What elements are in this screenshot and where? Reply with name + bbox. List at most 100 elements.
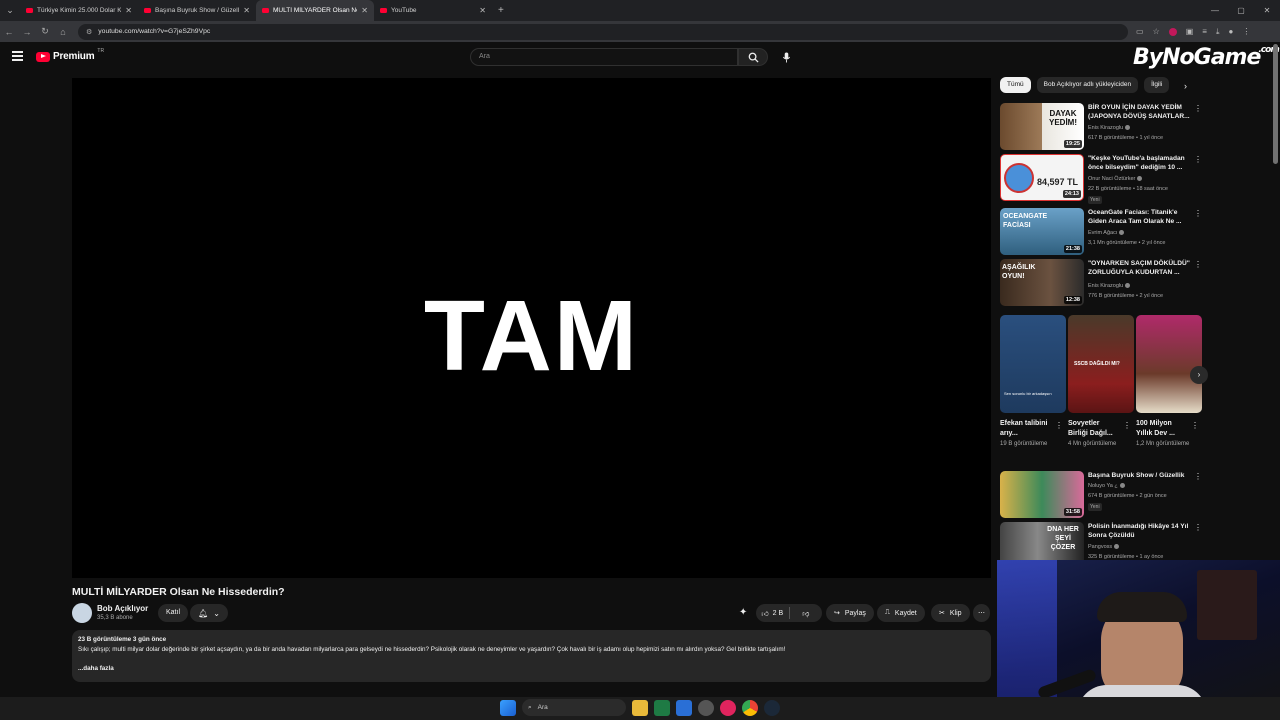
search-input[interactable]: Ara [470,48,738,66]
address-bar[interactable]: ⚙ youtube.com/watch?v=G7jeSZh9Vpc [78,23,1128,40]
mail-icon[interactable] [676,699,692,716]
cast-icon[interactable]: ▭ [1136,27,1144,36]
file-explorer-icon[interactable] [632,699,648,716]
browser-toolbar: ← → ↻ ⌂ ⚙ youtube.com/watch?v=G7jeSZh9Vp… [0,21,1280,42]
excel-icon[interactable] [654,699,670,716]
recommendation-item[interactable]: DAYAK YEDİM! 19:25 BİR OYUN İÇİN DAYAK Y… [1000,103,1205,151]
browser-tab[interactable]: Başına Buyruk Show / Güzellik ✕ [138,0,256,21]
more-vertical-icon[interactable]: ⋮ [1123,421,1131,430]
hamburger-menu-icon[interactable] [12,51,23,61]
video-thumbnail: 84,597 TL 24:13 [1000,154,1084,201]
more-vertical-icon[interactable]: ⋮ [1194,209,1202,218]
new-tab-button[interactable]: + [492,5,510,16]
media-player-icon[interactable] [720,699,736,716]
short-thumbnail: Sen sorunlu bir arkadaşsın [1000,315,1066,413]
save-label: Kaydet [894,609,917,617]
recommendation-meta: 22 B görüntüleme • 18 saat önce [1088,186,1168,192]
steam-icon[interactable] [764,699,780,716]
forward-icon[interactable]: → [18,27,36,37]
close-tab-icon[interactable]: ✕ [479,6,486,15]
thumbnail-caption: 84,597 TL [1037,177,1079,187]
save-button[interactable]: ⎍ Kaydet [877,604,925,622]
channel-avatar[interactable] [72,603,92,623]
more-vertical-icon[interactable]: ⋮ [1194,155,1202,164]
minimize-icon[interactable]: — [1202,0,1228,21]
more-vertical-icon[interactable]: ⋮ [1194,260,1202,269]
more-vertical-icon[interactable]: ⋮ [1194,472,1202,481]
voice-search-button[interactable] [776,48,796,66]
video-player[interactable]: TAM [72,78,991,578]
dislike-button[interactable]: 👎︎ [790,604,823,622]
recommendation-meta: 776 B görüntüleme • 2 yıl önce [1088,293,1163,299]
browser-tab-active[interactable]: MULTİ MİLYARDER Olsan Ne Hi ✕ [256,0,374,21]
recommendation-item[interactable]: AŞAĞILIK OYUN! 12:38 "OYNARKEN SAÇIM DÖK… [1000,259,1205,307]
chip-related[interactable]: İlgili [1144,77,1170,93]
logo-country: TR [97,47,105,54]
extension-icon[interactable] [1168,27,1177,36]
reading-list-icon[interactable]: ≡ [1202,27,1207,36]
like-button[interactable]: 👍︎ 2 B [756,604,789,622]
recommendation-item[interactable]: 31:58 Başına Buyruk Show / Güzellik Nolu… [1000,471,1205,519]
chip-from-uploader[interactable]: Bob Açıklıyor adlı yükleyiciden [1036,77,1139,93]
extensions-puzzle-icon[interactable]: ▣ [1186,27,1194,36]
reload-icon[interactable]: ↻ [36,26,54,37]
youtube-premium-logo[interactable]: Premium TR [36,47,105,62]
settings-icon[interactable] [698,699,714,716]
video-thumbnail: AŞAĞILIK OYUN! 12:38 [1000,259,1084,306]
bookmark-star-icon[interactable]: ☆ [1153,27,1160,36]
more-vertical-icon[interactable]: ⋮ [1055,421,1063,430]
tab-search-icon[interactable]: ⌄ [0,0,20,21]
description-box[interactable]: 23 B görüntüleme 3 gün önce Sıkı çalışıp… [72,630,991,682]
clip-button[interactable]: ✂ Klip [931,604,970,622]
tab-title: MULTİ MİLYARDER Olsan Ne Hi [273,7,357,14]
recommendation-item[interactable]: DNA HER ŞEYİ ÇÖZER Polisin İnanmadığı Hi… [1000,522,1205,560]
home-icon[interactable]: ⌂ [54,27,72,37]
chip-all[interactable]: Tümü [1000,77,1031,93]
download-icon[interactable]: ⤓ [1216,27,1220,37]
windows-start-icon[interactable] [500,699,516,716]
notification-bell-button[interactable]: 🔔︎ ⌄ [190,604,228,622]
thumbnail-caption: DAYAK YEDİM! [1049,109,1077,127]
menu-kebab-icon[interactable]: ⋮ [1242,27,1250,36]
chevron-right-icon[interactable]: › [1184,81,1187,91]
recommendation-item[interactable]: OCEANGATE FACİASI 21:38 OceanGate Facias… [1000,208,1205,256]
close-window-icon[interactable]: ✕ [1254,0,1280,21]
more-vertical-icon[interactable]: ⋮ [1191,421,1199,430]
profile-icon[interactable]: ● [1229,27,1234,36]
thumbs-up-icon: 👍︎ [761,610,769,618]
back-icon[interactable]: ← [0,27,18,37]
more-vertical-icon[interactable]: ⋮ [1194,523,1202,532]
browser-tab[interactable]: YouTube ✕ [374,0,492,21]
recommendation-item[interactable]: 84,597 TL 24:13 "Keşke YouTube'a başlama… [1000,154,1205,204]
new-badge: Yeni [1088,196,1102,204]
browser-tab[interactable]: Türkiye Kimin 25.000 Dolar Kaz ✕ [20,0,138,21]
video-duration: 21:38 [1063,245,1082,253]
short-item[interactable]: SSCB DAĞILDI MI? Sovyetler Birliği Dağıl… [1068,315,1134,448]
logo-text: Premium [53,51,95,62]
short-thumbnail [1136,315,1202,413]
chrome-icon[interactable] [742,699,758,716]
site-info-icon[interactable]: ⚙ [86,28,92,36]
short-item[interactable]: Sen sorunlu bir arkadaşsın Efekan talibi… [1000,315,1066,448]
extensions-area: ▭ ☆ ▣ ≡ ⤓ ● ⋮ [1136,27,1250,37]
taskbar-search[interactable]: ⌕ Ara [522,699,626,716]
thumbs-down-icon: 👎︎ [802,610,810,618]
close-tab-icon[interactable]: ✕ [243,6,250,15]
video-frame-text: TAM [423,280,640,392]
maximize-icon[interactable]: ▢ [1228,0,1254,21]
short-caption: SSCB DAĞILDI MI? [1074,361,1120,367]
close-tab-icon[interactable]: ✕ [125,6,132,15]
show-more-link[interactable]: ...daha fazla [78,665,985,672]
shorts-next-button[interactable]: › [1190,366,1208,384]
recommendation-channel: Pangvoss [1088,544,1120,550]
more-actions-button[interactable]: ⋯ [973,604,990,622]
share-button[interactable]: ↪ Paylaş [826,604,874,622]
page-scrollbar[interactable] [1273,44,1278,164]
search-button[interactable] [738,48,768,66]
close-tab-icon[interactable]: ✕ [361,6,368,15]
sparkle-icon[interactable]: ✦ [739,607,747,618]
channel-name[interactable]: Bob Açıklıyor [97,604,148,613]
join-button[interactable]: Katıl [158,604,189,622]
window-controls: — ▢ ✕ [1202,0,1280,21]
more-vertical-icon[interactable]: ⋮ [1194,104,1202,113]
